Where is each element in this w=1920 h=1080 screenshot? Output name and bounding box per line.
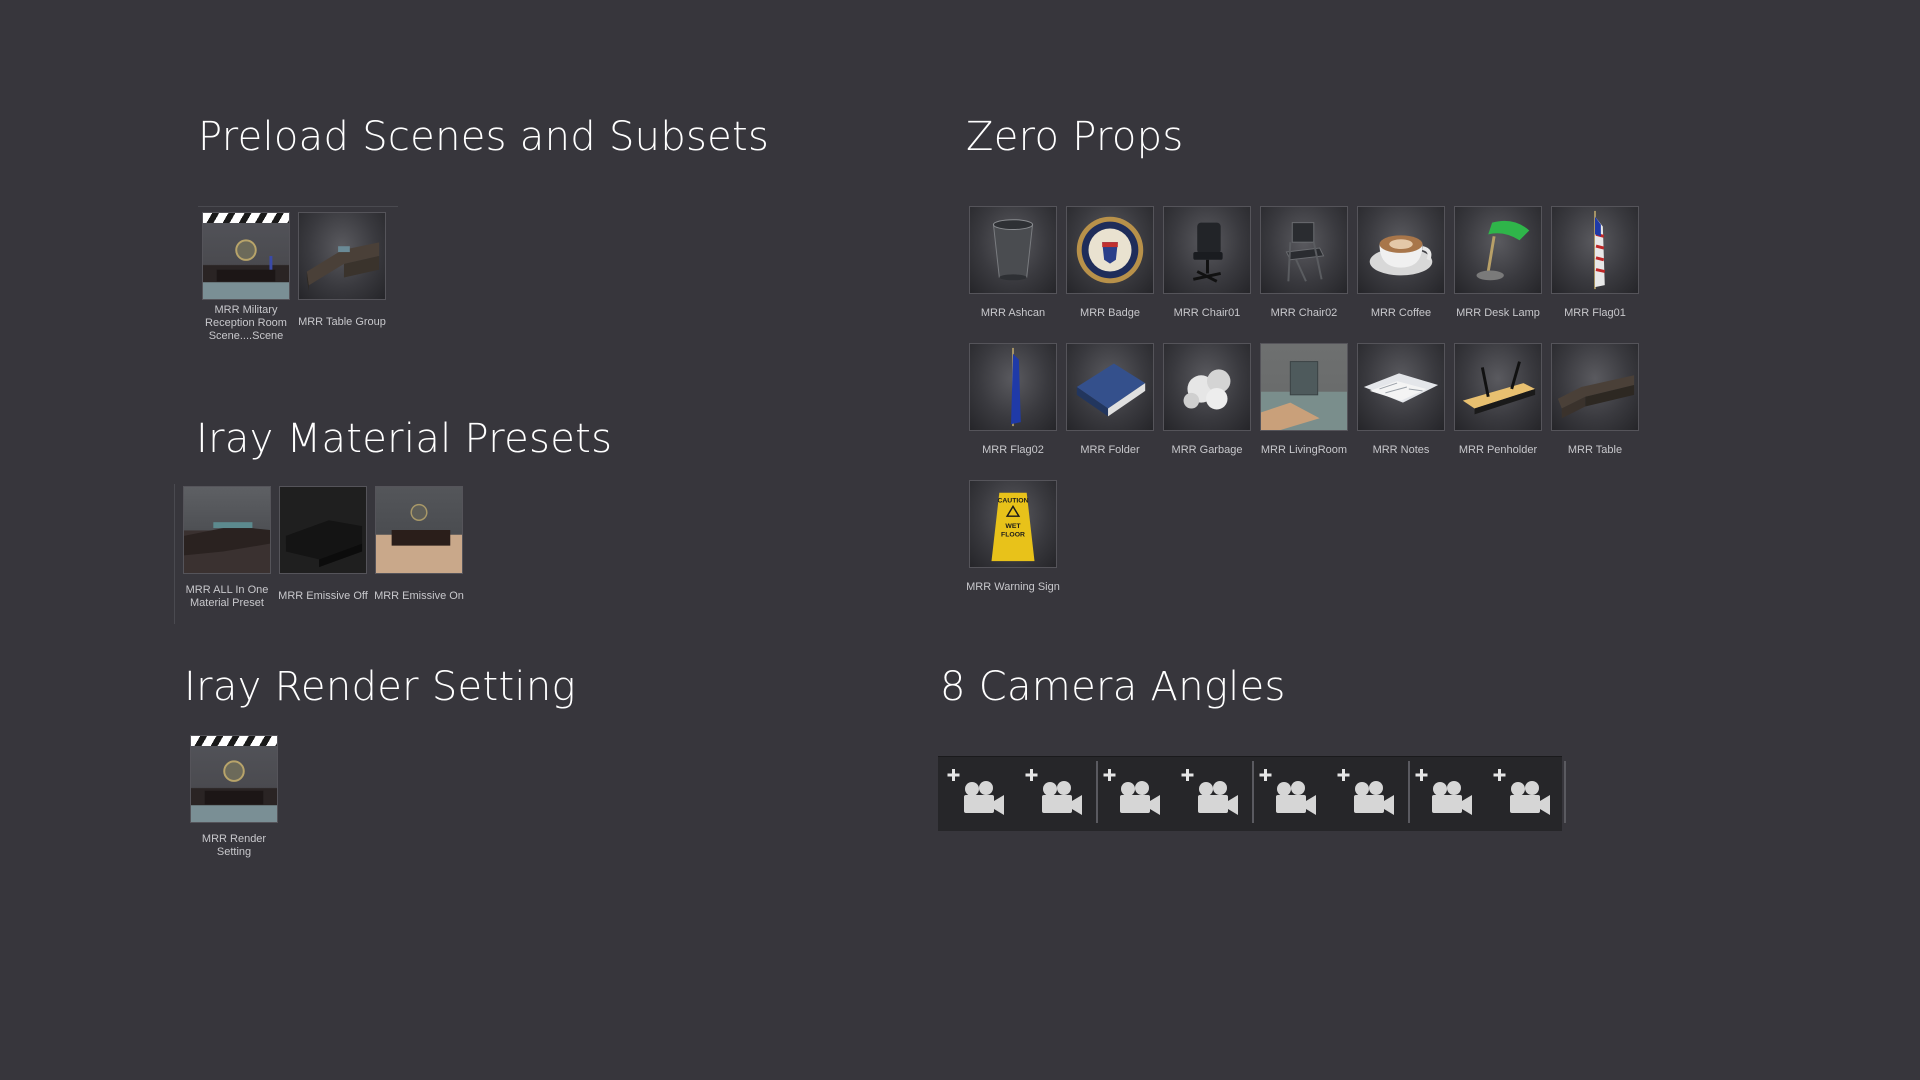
add-camera-button[interactable] [1488, 761, 1562, 827]
section-title-cameras: 8 Camera Angles [940, 664, 1286, 710]
item-label: MRR Desk Lamp [1456, 307, 1540, 319]
prop-item[interactable]: MRR Table [1547, 343, 1643, 457]
props-grid: MRR Ashcan MRR Badge MRR Chair01 MRR Cha… [965, 206, 1645, 606]
item-label: MRR Table [1567, 444, 1623, 456]
add-camera-icon [1410, 769, 1484, 831]
section-title-preload: Preload Scenes and Subsets [198, 114, 770, 160]
item-label: MRR Flag02 [982, 444, 1044, 456]
item-label: MRR Chair02 [1270, 307, 1338, 319]
warning-sign-line-1: CAUTION [997, 498, 1028, 505]
item-label: MRR Emissive Off [278, 590, 368, 602]
prop-item[interactable]: MRR Folder [1062, 343, 1158, 457]
penholder-icon [1454, 343, 1542, 431]
emissive-off-icon [279, 486, 367, 574]
add-camera-button[interactable] [1254, 761, 1328, 827]
prop-item[interactable]: MRR Desk Lamp [1450, 206, 1546, 320]
prop-item[interactable]: MRR Chair01 [1159, 206, 1255, 320]
prop-item[interactable]: MRR Garbage [1159, 343, 1255, 457]
material-grid: MRR ALL In One Material Preset MRR Emiss… [174, 484, 475, 624]
preset-item[interactable]: MRR Render Setting [186, 735, 282, 859]
folder-icon [1066, 343, 1154, 431]
prop-item[interactable]: MRR Ashcan [965, 206, 1061, 320]
preset-item[interactable]: MRR ALL In One Material Preset [179, 486, 275, 610]
notes-icon [1357, 343, 1445, 431]
item-label: MRR Coffee [1370, 307, 1432, 319]
prop-item[interactable]: MRR Flag02 [965, 343, 1061, 457]
add-camera-icon [1332, 769, 1406, 831]
office-chair-icon [1163, 206, 1251, 294]
camera-strip [938, 756, 1566, 831]
add-camera-button[interactable] [1332, 761, 1406, 827]
garbage-icon [1163, 343, 1251, 431]
item-label: MRR Chair01 [1173, 307, 1241, 319]
preset-item[interactable]: MRR Military Reception Room Scene....Sce… [198, 212, 294, 343]
section-title-material: Iray Material Presets [196, 416, 613, 462]
add-camera-button[interactable] [1176, 761, 1250, 827]
add-camera-icon [1176, 769, 1250, 831]
prop-item[interactable]: MRR Coffee [1353, 206, 1449, 320]
add-camera-button[interactable] [1098, 761, 1172, 827]
add-camera-button[interactable] [1020, 761, 1094, 827]
emissive-on-icon [375, 486, 463, 574]
blue-flag-icon [969, 343, 1057, 431]
warning-sign-line-2: WET [1005, 523, 1021, 530]
item-label: MRR Penholder [1458, 444, 1538, 456]
warning-sign-icon: CAUTION WET FLOOR [969, 480, 1057, 568]
scene-icon [202, 212, 290, 300]
prop-item[interactable]: MRR Badge [1062, 206, 1158, 320]
desk-lamp-icon [1454, 206, 1542, 294]
render-setting-icon [190, 735, 278, 823]
add-camera-icon [1254, 769, 1328, 831]
material-preset-icon [183, 486, 271, 574]
add-camera-icon [1488, 769, 1562, 831]
render-grid: MRR Render Setting [186, 732, 286, 872]
preset-item[interactable]: MRR Emissive On [371, 486, 467, 603]
preset-item[interactable]: MRR Table Group [294, 212, 390, 329]
item-label: MRR Military Reception Room Scene....Sce… [205, 304, 287, 342]
item-label: MRR LivingRoom [1260, 444, 1348, 456]
add-camera-button[interactable] [942, 761, 1016, 827]
add-camera-icon [942, 769, 1016, 831]
warning-sign-line-3: FLOOR [1001, 532, 1025, 539]
badge-icon [1066, 206, 1154, 294]
coffee-cup-icon [1357, 206, 1445, 294]
prop-item[interactable]: CAUTION WET FLOOR MRR Warning Sign [965, 480, 1061, 594]
add-camera-icon [1098, 769, 1172, 831]
item-label: MRR Emissive On [374, 590, 464, 602]
item-label: MRR Table Group [298, 316, 386, 328]
item-label: MRR Folder [1080, 444, 1140, 456]
camera-divider [1564, 761, 1566, 823]
prop-item[interactable]: MRR LivingRoom [1256, 343, 1352, 457]
us-flag-icon [1551, 206, 1639, 294]
prop-item[interactable]: MRR Chair02 [1256, 206, 1352, 320]
prop-item[interactable]: MRR Penholder [1450, 343, 1546, 457]
table-icon [1551, 343, 1639, 431]
item-label: MRR ALL In One Material Preset [185, 584, 269, 609]
folding-chair-icon [1260, 206, 1348, 294]
item-label: MRR Warning Sign [966, 581, 1060, 593]
table-group-icon [298, 212, 386, 300]
item-label: MRR Flag01 [1564, 307, 1626, 319]
preload-grid: MRR Military Reception Room Scene....Sce… [198, 206, 398, 347]
section-title-props: Zero Props [966, 114, 1184, 160]
item-label: MRR Ashcan [980, 307, 1046, 319]
item-label: MRR Render Setting [201, 833, 267, 858]
item-label: MRR Badge [1080, 307, 1140, 319]
ashcan-icon [969, 206, 1057, 294]
add-camera-icon [1020, 769, 1094, 831]
prop-item[interactable]: MRR Notes [1353, 343, 1449, 457]
living-room-icon [1260, 343, 1348, 431]
prop-item[interactable]: MRR Flag01 [1547, 206, 1643, 320]
item-label: MRR Garbage [1171, 444, 1243, 456]
section-title-render: Iray Render Setting [184, 664, 576, 710]
preset-item[interactable]: MRR Emissive Off [275, 486, 371, 603]
add-camera-button[interactable] [1410, 761, 1484, 827]
item-label: MRR Notes [1372, 444, 1430, 456]
